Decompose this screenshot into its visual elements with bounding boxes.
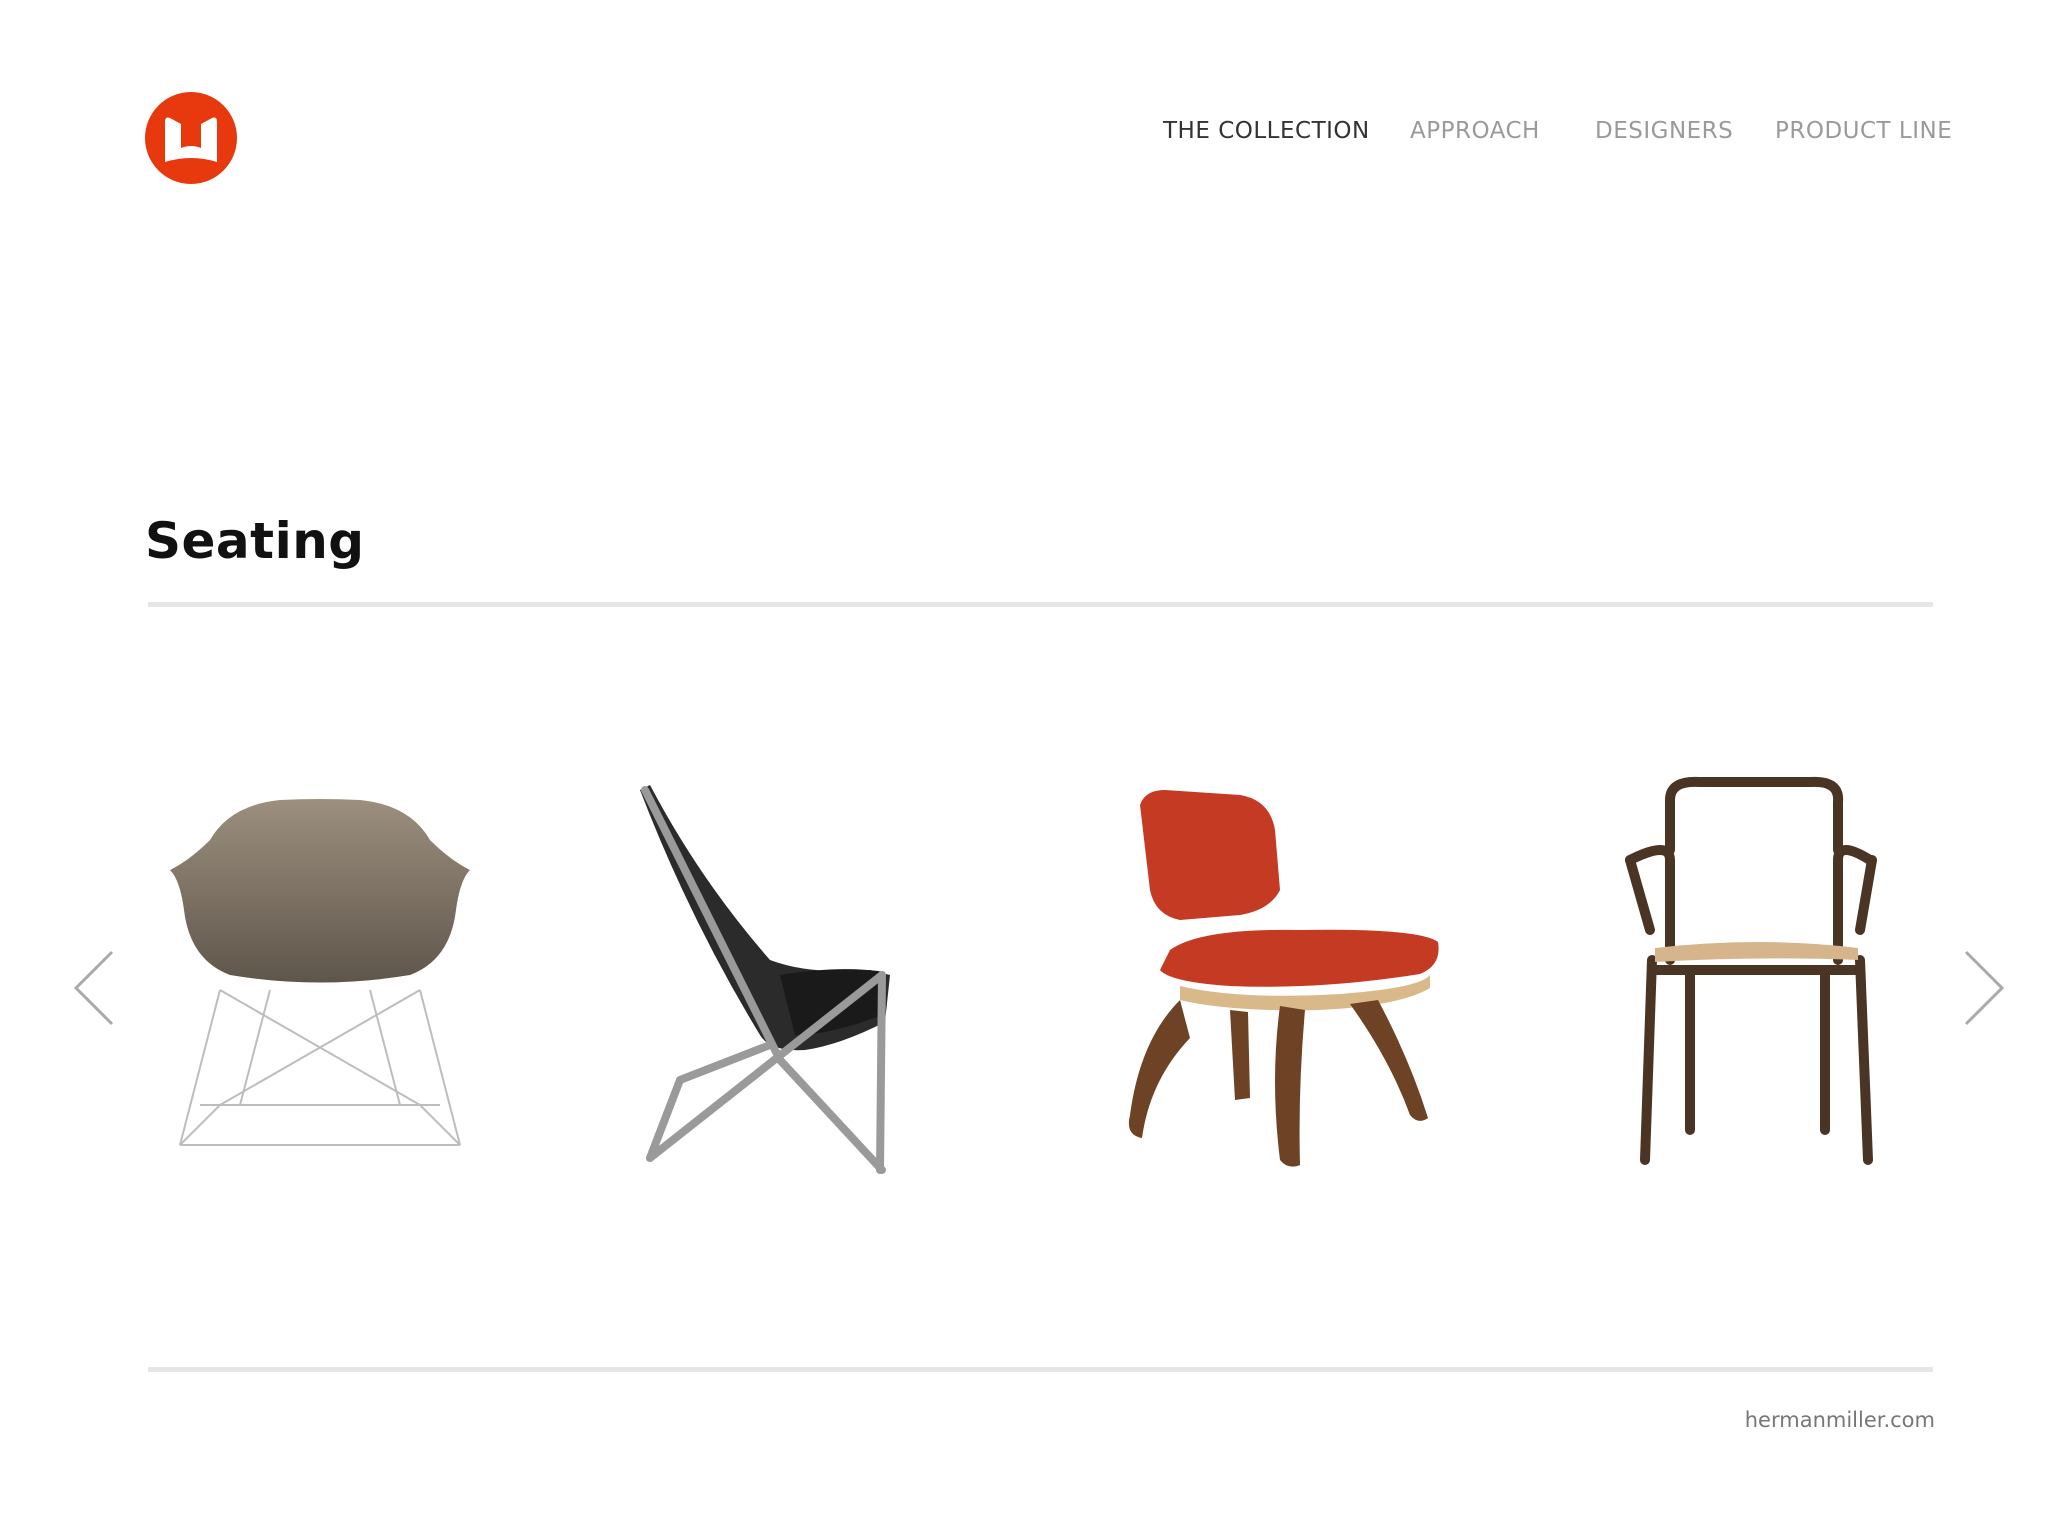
nav-designers[interactable]: DESIGNERS bbox=[1595, 118, 1733, 144]
product-card[interactable] bbox=[160, 760, 480, 1220]
section-title: Seating bbox=[145, 512, 365, 570]
divider-top bbox=[148, 602, 1933, 607]
product-carousel bbox=[0, 760, 2048, 1220]
wood-armchair-image bbox=[1625, 776, 1877, 1165]
scissor-chair-image bbox=[640, 785, 890, 1174]
nav-product-line[interactable]: PRODUCT LINE bbox=[1775, 118, 1952, 144]
nav-approach[interactable]: APPROACH bbox=[1410, 118, 1540, 144]
product-card[interactable] bbox=[1610, 760, 1890, 1220]
product-card[interactable] bbox=[620, 760, 950, 1220]
chevron-left-icon[interactable] bbox=[70, 948, 118, 1028]
nav-the-collection[interactable]: THE COLLECTION bbox=[1163, 118, 1370, 144]
plywood-lounge-chair-image bbox=[1128, 790, 1439, 1167]
main-nav: THE COLLECTION APPROACH DESIGNERS PRODUC… bbox=[0, 118, 2048, 158]
molded-shell-lounge-chair-image bbox=[170, 799, 470, 1146]
divider-bottom bbox=[148, 1367, 1933, 1372]
footer-website-link[interactable]: hermanmiller.com bbox=[1745, 1408, 1935, 1432]
chevron-right-icon[interactable] bbox=[1960, 948, 2008, 1028]
product-card[interactable] bbox=[1120, 760, 1460, 1220]
page: THE COLLECTION APPROACH DESIGNERS PRODUC… bbox=[0, 0, 2048, 1536]
